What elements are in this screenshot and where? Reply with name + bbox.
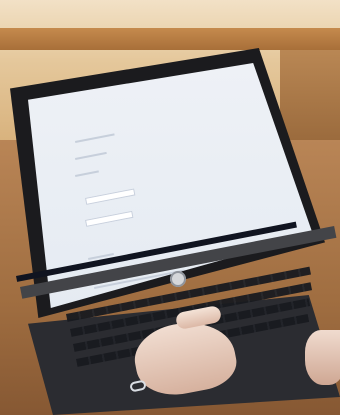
text-line (75, 170, 99, 177)
text-line (75, 133, 115, 143)
background-shelf (0, 28, 340, 50)
background-wood-panel (280, 50, 340, 140)
input-field (85, 210, 134, 227)
right-hand (305, 330, 340, 385)
text-line (75, 151, 107, 160)
photo-scene (0, 0, 340, 415)
hp-logo-icon (170, 271, 186, 287)
input-field (85, 188, 136, 205)
